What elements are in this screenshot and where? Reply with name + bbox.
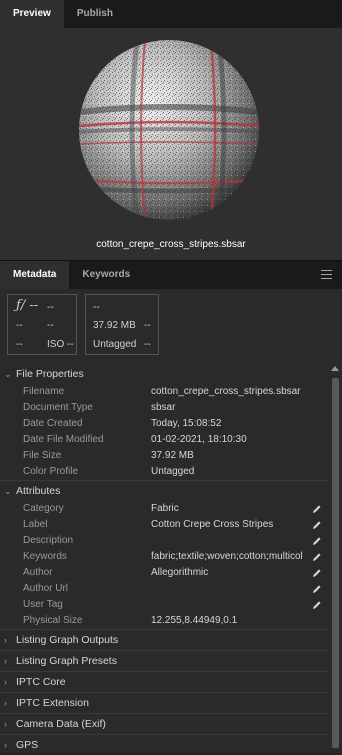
section-title: GPS (16, 739, 39, 751)
scroll-thumb[interactable] (332, 378, 339, 748)
section-file-properties[interactable]: ⌄ File Properties (0, 364, 328, 384)
section-collapsed[interactable]: › IPTC Extension (0, 692, 328, 713)
attribute-value[interactable]: Allegorithmic (151, 565, 311, 581)
property-row: File Size 37.92 MB (0, 448, 328, 464)
tab-keywords[interactable]: Keywords (69, 261, 143, 289)
chevron-right-icon: › (4, 677, 7, 687)
section-title: Listing Graph Outputs (16, 634, 119, 646)
section-collapsed[interactable]: › Camera Data (Exif) (0, 713, 328, 734)
section-title: File Properties (16, 368, 84, 380)
attribute-label: Label (23, 519, 48, 530)
property-value: sbsar (151, 402, 176, 413)
attribute-label: Author (23, 567, 53, 578)
property-label: File Size (23, 450, 62, 461)
camera-value: -- (47, 320, 54, 331)
attribute-value[interactable]: fabric;textile;woven;cotton;multicol (151, 549, 311, 565)
property-row: Filename cotton_crepe_cross_stripes.sbsar (0, 384, 328, 400)
property-label: Date Created (23, 418, 83, 429)
hamburger-menu-icon[interactable] (321, 270, 332, 279)
attribute-label: Author Url (23, 583, 69, 594)
property-row: Document Type sbsar (0, 400, 328, 416)
section-attributes[interactable]: ⌄ Attributes (0, 480, 328, 501)
file-summary-value: -- (144, 320, 151, 331)
property-value: Today, 15:08:52 (151, 418, 222, 429)
section-title: IPTC Core (16, 676, 66, 688)
property-value: 01-02-2021, 18:10:30 (151, 434, 247, 445)
pencil-edit-icon[interactable] (312, 552, 322, 562)
attribute-label: Category (23, 503, 64, 514)
iso-value: ISO -- (47, 339, 74, 350)
chevron-right-icon: › (4, 635, 7, 645)
chevron-right-icon: › (4, 656, 7, 666)
color-profile-summary: Untagged (93, 339, 137, 350)
property-label: Document Type (23, 402, 93, 413)
file-size-summary: 37.92 MB (93, 320, 136, 331)
preview-filename: cotton_crepe_cross_stripes.sbsar (96, 239, 246, 250)
attribute-label: Keywords (23, 551, 67, 562)
scroll-up-arrow-icon[interactable] (331, 366, 339, 371)
camera-value: -- (16, 339, 23, 350)
attribute-row: User Tag (0, 597, 328, 613)
attribute-value[interactable]: 12.255,8.44949,0.1 (151, 613, 311, 629)
scrollbar[interactable] (329, 364, 342, 753)
attribute-value[interactable]: Cotton Crepe Cross Stripes (151, 517, 311, 533)
fstop-value: ƒ/ -- (16, 298, 39, 313)
file-summary-card: -- 37.92 MB -- Untagged -- (85, 294, 159, 355)
chevron-right-icon: › (4, 719, 7, 729)
property-value: cotton_crepe_cross_stripes.sbsar (151, 386, 301, 397)
chevron-right-icon: › (4, 698, 7, 708)
section-title: IPTC Extension (16, 697, 89, 709)
tab-publish[interactable]: Publish (64, 0, 126, 28)
pencil-edit-icon[interactable] (312, 504, 322, 514)
material-sphere-preview (79, 40, 259, 220)
section-collapsed[interactable]: › IPTC Core (0, 671, 328, 692)
pencil-edit-icon[interactable] (312, 600, 322, 610)
camera-value: -- (16, 320, 23, 331)
top-tabbar: Preview Publish (0, 0, 342, 28)
attribute-value[interactable]: Fabric (151, 501, 311, 517)
property-label: Date File Modified (23, 434, 104, 445)
camera-summary-card: ƒ/ -- -- -- -- -- ISO -- (7, 294, 77, 355)
pencil-edit-icon[interactable] (312, 520, 322, 530)
section-collapsed[interactable]: › Listing Graph Presets (0, 650, 328, 671)
section-collapsed[interactable]: › GPS (0, 734, 328, 755)
attribute-row: Keywords fabric;textile;woven;cotton;mult… (0, 549, 328, 565)
property-row: Color Profile Untagged (0, 464, 328, 480)
attribute-row: Physical Size 12.255,8.44949,0.1 (0, 613, 328, 629)
metadata-list: ⌄ File Properties Filename cotton_crepe_c… (0, 364, 328, 755)
metadata-panel: ƒ/ -- -- -- -- -- ISO -- -- 37.92 MB -- … (0, 289, 342, 753)
attribute-label: Physical Size (23, 615, 83, 626)
attribute-row: Category Fabric (0, 501, 328, 517)
attribute-row: Label Cotton Crepe Cross Stripes (0, 517, 328, 533)
property-value: 37.92 MB (151, 450, 194, 461)
chevron-down-icon: ⌄ (4, 486, 12, 496)
property-value: Untagged (151, 466, 195, 477)
section-collapsed[interactable]: › Listing Graph Outputs (0, 629, 328, 650)
pencil-edit-icon[interactable] (312, 536, 322, 546)
file-summary-value: -- (93, 302, 100, 313)
preview-panel: cotton_crepe_cross_stripes.sbsar (0, 28, 342, 260)
property-row: Date Created Today, 15:08:52 (0, 416, 328, 432)
metadata-tabbar: Metadata Keywords (0, 261, 342, 289)
pencil-edit-icon[interactable] (312, 568, 322, 578)
attribute-row: Description (0, 533, 328, 549)
shutter-value: -- (47, 302, 54, 313)
attribute-label: Description (23, 535, 74, 546)
property-label: Color Profile (23, 466, 79, 477)
section-title: Listing Graph Presets (16, 655, 117, 667)
section-title: Attributes (16, 485, 61, 497)
attribute-label: User Tag (23, 599, 63, 610)
property-label: Filename (23, 386, 65, 397)
attribute-row: Author Allegorithmic (0, 565, 328, 581)
chevron-right-icon: › (4, 740, 7, 750)
attribute-row: Author Url (0, 581, 328, 597)
tab-metadata[interactable]: Metadata (0, 261, 70, 289)
tab-preview[interactable]: Preview (0, 0, 64, 28)
chevron-down-icon: ⌄ (4, 369, 12, 379)
property-row: Date File Modified 01-02-2021, 18:10:30 (0, 432, 328, 448)
pencil-edit-icon[interactable] (312, 584, 322, 594)
section-title: Camera Data (Exif) (16, 718, 106, 730)
file-summary-value: -- (144, 339, 151, 350)
